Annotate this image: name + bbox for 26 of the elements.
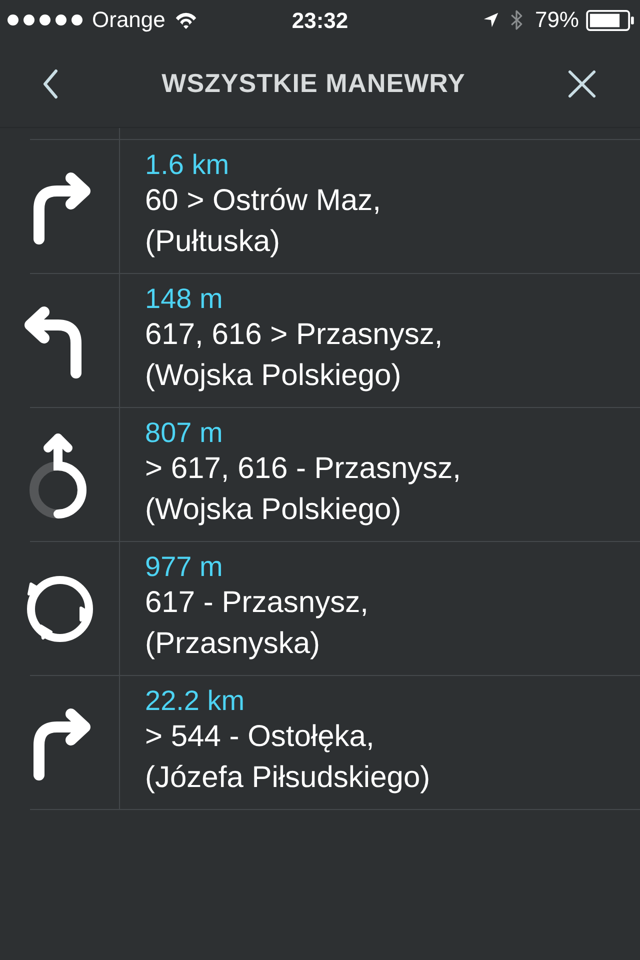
route-direction: 60 > Ostrów Maz, [145,183,382,219]
route-direction: 617 - Przasnysz, [145,585,370,621]
distance-label: 148 m [145,284,224,314]
back-chevron-icon [42,68,59,98]
distance-label: 977 m [145,552,224,582]
clock-time: 23:32 [292,8,348,34]
battery-percentage: 79% [534,7,579,33]
bluetooth-icon [510,9,523,31]
distance-label: 22.2 km [145,686,246,716]
battery-icon [586,10,634,30]
street-name: (Wojska Polskiego) [145,492,402,528]
screen-title: WSZYSTKIE MANEWRY [162,68,466,99]
carrier-name: Orange [92,7,166,33]
street-name: (Pułtuska) [145,224,282,260]
close-icon [568,70,596,98]
route-direction: > 617, 616 - Przasnysz, [145,451,462,487]
distance-label: 807 m [145,418,224,448]
route-direction: 617, 616 > Przasnysz, [145,317,444,353]
wifi-icon [175,12,198,28]
route-direction: > 544 - Ostołęka, [145,719,376,755]
street-name: (Józefa Piłsudskiego) [145,760,432,796]
street-name: (Przasnyska) [145,626,322,662]
location-arrow-icon [482,12,499,28]
street-name: (Wojska Polskiego) [145,358,402,394]
signal-strength-icon [7,14,83,26]
distance-label: 1.6 km [145,150,230,180]
